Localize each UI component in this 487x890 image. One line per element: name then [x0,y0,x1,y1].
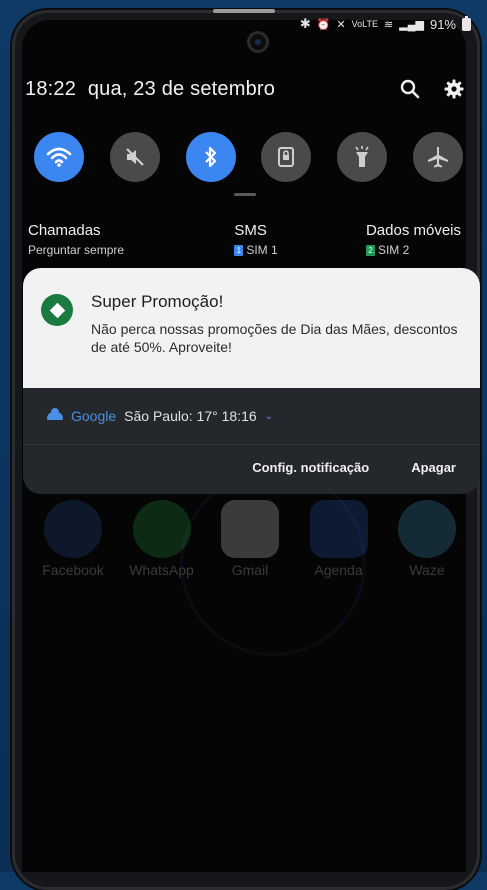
divider [23,444,480,445]
agenda-label: Agenda [314,562,363,578]
gmail-app: Gmail [217,500,283,578]
mobile-data-setting[interactable]: Dados móveis 2 SIM 2 [365,222,461,257]
agenda-app: Agenda [306,500,372,578]
date: qua, 23 de setembro [87,77,276,100]
wifi-toggle[interactable] [34,132,84,182]
flashlight-toggle[interactable] [337,132,388,182]
data-value: SIM 2 [377,243,410,257]
calls-title: Chamadas [28,222,101,239]
sound-toggle[interactable] [109,132,160,182]
notification-title: Super Promoção! [91,292,224,311]
weather-brand: Google [71,408,117,424]
calls-value: Perguntar sempre [28,243,125,257]
mute-icon: ✕ [336,18,346,31]
sms-value: SIM 1 [246,243,278,257]
bluetooth-toggle[interactable] [185,132,236,182]
facebook-icon [44,500,102,558]
flashlight-icon [355,146,369,167]
notification-panel-footer: Google São Paulo: 17° 18:16 ⌄ Config. no… [23,388,480,494]
sim1-badge: 1 [234,244,244,256]
sim-preferences: Chamadas Perguntar sempre SMS 1 SIM 1 Da… [28,222,461,257]
gmail-icon [221,500,279,558]
alarm-icon: ⏰ [316,18,331,31]
sound-muted-icon [126,148,144,166]
screen-lock-toggle[interactable] [261,132,312,182]
cloud-icon [47,408,63,420]
battery-icon [462,15,471,31]
notification-body: Não perca nossas promoções de Dia das Mã… [91,321,458,355]
front-camera [250,34,266,50]
airplane-mode-toggle[interactable] [412,132,463,182]
whatsapp-icon [132,500,191,558]
battery-percent: 91% [429,16,456,32]
clock: 18:22 [25,77,77,100]
shade-drag-handle[interactable] [234,193,256,196]
search-icon[interactable] [399,78,421,100]
notification-settings-button[interactable]: Config. notificação [252,460,369,475]
cell-signal-icon: ▂▄▆ [399,18,424,31]
gmail-label: Gmail [231,562,269,578]
date-time: 18:22 qua, 23 de setembro [25,78,275,101]
speaker-grille [213,9,275,13]
calls-setting[interactable]: Chamadas Perguntar sempre [28,222,124,257]
whatsapp-label: WhatsApp [129,562,194,578]
facebook-app: Facebook [40,500,106,578]
quick-settings-row [12,132,467,182]
facebook-label: Facebook [42,562,104,578]
status-bar: ✱ ⏰ ✕ VoLTE ≋ ▂▄▆ 91% [300,14,471,34]
shade-header: 18:22 qua, 23 de setembro [25,72,465,106]
bluetooth-icon [204,146,216,168]
data-title: Dados móveis [365,222,461,239]
notification-actions: Config. notificação Apagar [252,460,456,475]
chevron-down-icon[interactable]: ⌄ [265,411,273,422]
volte-icon: VoLTE [351,19,379,29]
bluetooth-status-icon: ✱ [299,16,311,31]
app-logo-icon [41,294,73,326]
screen-lock-icon [278,147,295,167]
calendar-icon [309,500,368,558]
home-dock: Facebook WhatsApp Gmail Agenda Waze [40,500,460,578]
weather-notification[interactable]: Google São Paulo: 17° 18:16 ⌄ [47,408,273,424]
clear-all-button[interactable]: Apagar [411,460,456,475]
waze-icon [398,500,456,558]
airplane-mode-icon [427,147,448,168]
sms-setting[interactable]: SMS 1 SIM 1 [234,222,278,257]
waze-label: Waze [409,562,445,578]
weather-info: São Paulo: 17° 18:16 [124,408,257,424]
wifi-icon [46,147,72,167]
waze-app: Waze [394,500,460,578]
whatsapp-app: WhatsApp [129,500,195,578]
wifi-signal-icon: ≋ [384,18,394,31]
promo-notification[interactable]: Super Promoção! Não perca nossas promoçõ… [23,268,480,388]
sms-title: SMS [234,222,267,239]
sim2-badge: 2 [365,244,375,256]
gear-icon[interactable] [443,78,465,100]
